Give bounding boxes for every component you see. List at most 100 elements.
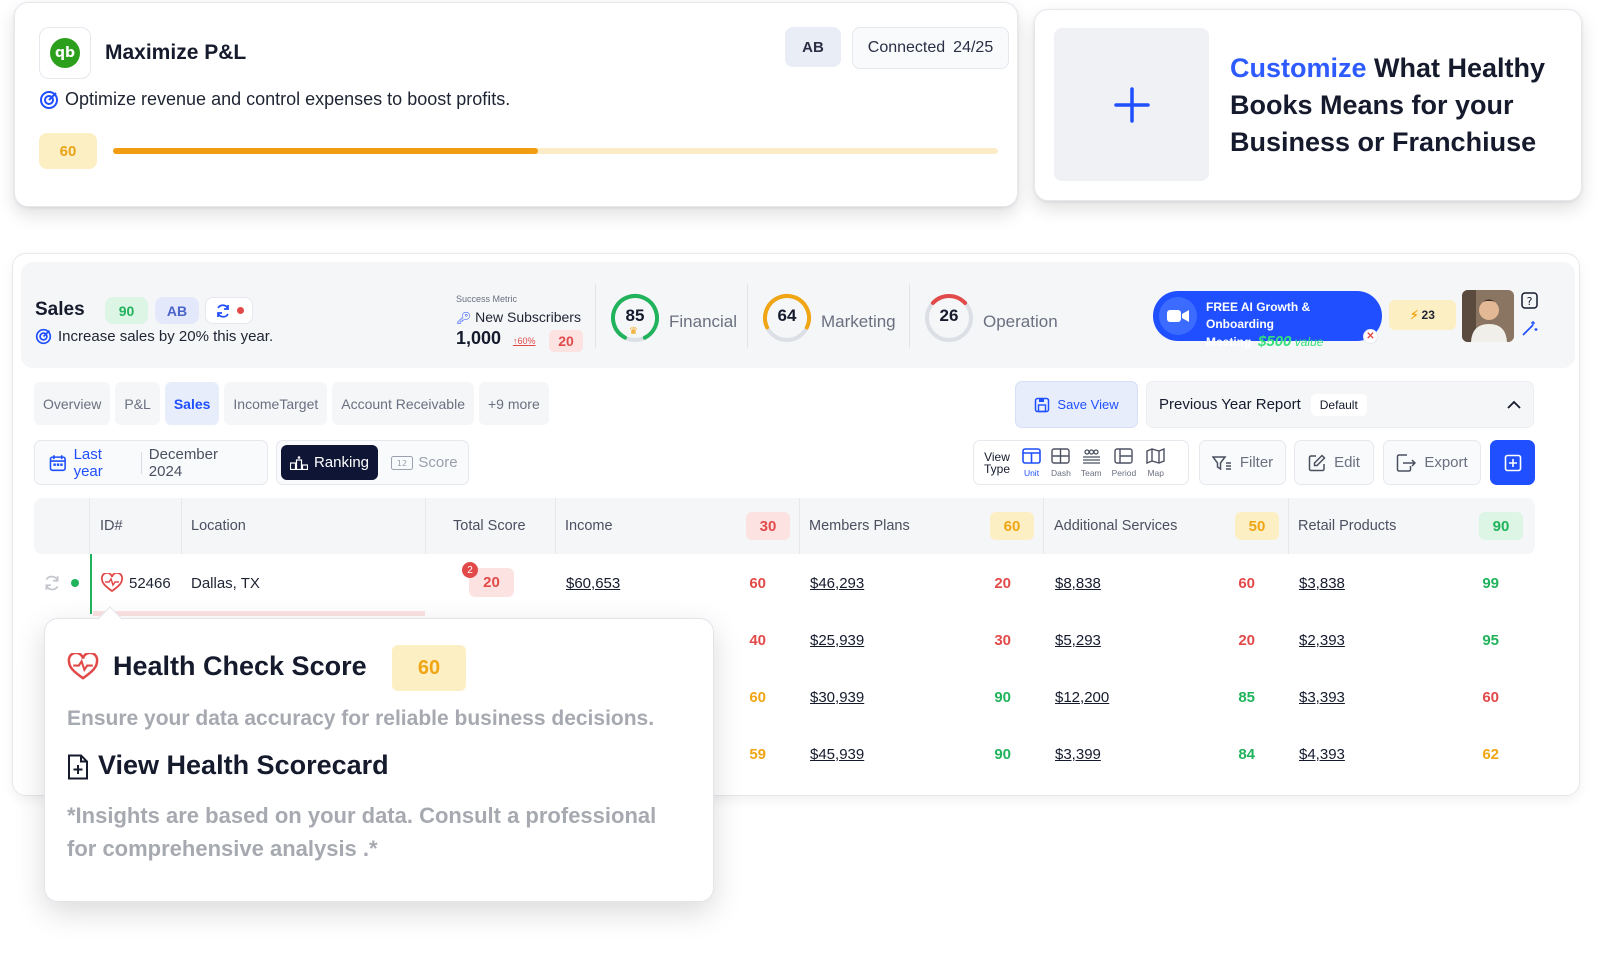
retail-score: 99 — [1482, 575, 1499, 592]
members-amount[interactable]: $25,939 — [810, 632, 864, 649]
sales-subtitle: Increase sales by 20% this year. — [58, 328, 274, 345]
additional-amount[interactable]: $12,200 — [1055, 689, 1109, 706]
divider — [89, 498, 90, 554]
retail-score: 60 — [1482, 689, 1499, 706]
additional-score: 20 — [1238, 632, 1255, 649]
view-type-label-text: View Type — [983, 449, 1010, 476]
members-amount[interactable]: $46,293 — [810, 575, 864, 592]
report-tabs: Overview P&L Sales IncomeTarget Account Rece… — [34, 382, 549, 425]
sync-icon[interactable] — [43, 574, 61, 592]
success-metric-value: 1,000 — [456, 328, 502, 348]
header-location[interactable]: Location — [191, 518, 246, 534]
heart-pulse-icon — [67, 653, 99, 680]
members-amount[interactable]: $30,939 — [810, 689, 864, 706]
customize-text: Customize What Healthy Books Means for y… — [1230, 50, 1560, 161]
filter-button[interactable]: Filter — [1199, 440, 1286, 485]
members-amount[interactable]: $45,939 — [810, 746, 864, 763]
add-custom-button[interactable] — [1054, 28, 1209, 181]
help-icon[interactable]: ? — [1521, 292, 1538, 309]
header-additional-services[interactable]: Additional Services — [1054, 518, 1177, 534]
health-check-tooltip: Health Check Score 60 Ensure your data a… — [44, 606, 714, 902]
retail-score: 95 — [1482, 632, 1499, 649]
promo-line-2: Meeting — [1206, 335, 1252, 349]
customize-card[interactable]: Customize What Healthy Books Means for y… — [1034, 9, 1582, 201]
view-type-0[interactable]: Unit — [1022, 447, 1041, 478]
score-toggle[interactable]: 12 Score — [383, 445, 466, 480]
header-id[interactable]: ID# — [100, 518, 123, 534]
ai-meeting-promo[interactable]: FREE AI Growth & Onboarding Meeting $500… — [1153, 291, 1382, 350]
team-view-icon — [1082, 448, 1101, 466]
export-button[interactable]: Export — [1383, 440, 1481, 485]
retail-amount[interactable]: $3,393 — [1299, 689, 1345, 706]
divider — [425, 498, 426, 554]
view-type-2[interactable]: Team — [1081, 448, 1102, 478]
svg-text:12: 12 — [397, 459, 407, 468]
tab-3[interactable]: IncomeTarget — [224, 382, 328, 425]
view-type-4[interactable]: Map — [1146, 447, 1165, 478]
additional-score: 85 — [1238, 689, 1255, 706]
tab-1[interactable]: P&L — [115, 382, 160, 425]
divider — [1043, 498, 1044, 554]
financial-score: 85 — [625, 306, 645, 325]
tab-0[interactable]: Overview — [34, 382, 111, 425]
retail-amount[interactable]: $3,838 — [1299, 575, 1345, 592]
income-amount[interactable]: $60,653 — [566, 575, 620, 592]
report-select[interactable]: Previous Year Report Default — [1146, 381, 1534, 428]
header-total-score[interactable]: Total Score — [453, 518, 526, 534]
sales-owner-badge[interactable]: AB — [155, 297, 199, 324]
row-highlight — [93, 611, 425, 616]
energy-badge[interactable]: ⚡︎ 23 — [1389, 300, 1456, 330]
additional-amount[interactable]: $8,838 — [1055, 575, 1101, 592]
connected-status[interactable]: Connected 24/25 — [852, 27, 1009, 69]
success-metric-change: ↑60% — [513, 336, 536, 346]
calendar-icon — [49, 454, 66, 471]
key-icon: 🔑︎ — [456, 311, 472, 325]
retail-amount[interactable]: $2,393 — [1299, 632, 1345, 649]
owner-initials-badge[interactable]: AB — [785, 27, 841, 67]
header-members-plans[interactable]: Members Plans — [809, 518, 910, 534]
additional-amount[interactable]: $3,399 — [1055, 746, 1101, 763]
report-default-tag: Default — [1310, 393, 1367, 416]
header-income[interactable]: Income — [565, 518, 613, 534]
divider — [595, 284, 596, 348]
header-retail-products[interactable]: Retail Products — [1298, 518, 1396, 534]
row-health-indicator — [90, 554, 92, 614]
tooltip-disclaimer: *Insights are based on your data. Consul… — [67, 803, 657, 861]
tooltip-description: Ensure your data accuracy for reliable b… — [67, 707, 655, 730]
view-type-item-label: Team — [1080, 467, 1102, 478]
retail-amount[interactable]: $4,393 — [1299, 746, 1345, 763]
additional-score: 84 — [1238, 746, 1255, 763]
view-type-item-label: Map — [1147, 467, 1164, 478]
save-view-button[interactable]: Save View — [1015, 381, 1138, 428]
ranking-toggle[interactable]: Ranking — [281, 445, 378, 480]
close-icon[interactable]: ✕ — [1363, 329, 1378, 344]
plus-square-icon — [1504, 454, 1521, 471]
tab-2[interactable]: Sales — [164, 382, 220, 425]
additional-amount[interactable]: $5,293 — [1055, 632, 1101, 649]
tab-5[interactable]: +9 more — [479, 382, 549, 425]
date-range-picker[interactable]: Last year December 2024 — [34, 440, 268, 485]
view-type-3[interactable]: Period — [1111, 447, 1137, 478]
tab-4[interactable]: Account Receivable — [332, 382, 474, 425]
operation-score: 26 — [939, 306, 959, 325]
retail-score: 62 — [1482, 746, 1499, 763]
view-type-item-label: Dash — [1051, 467, 1071, 478]
magic-wand-icon[interactable] — [1521, 320, 1538, 337]
view-health-scorecard-link[interactable]: View Health Scorecard — [98, 750, 389, 781]
view-type-1[interactable]: Dash — [1051, 447, 1071, 478]
avatar[interactable] — [1462, 290, 1514, 342]
sync-status[interactable] — [205, 297, 253, 324]
view-type-item-label: Period — [1111, 467, 1137, 478]
date-period: Last year — [73, 445, 103, 480]
edit-button[interactable]: Edit — [1294, 440, 1374, 485]
metric-change-text: 60% — [517, 336, 536, 346]
promo-value: $500 — [1258, 333, 1292, 350]
promo-line-2-row: Meeting $500 value — [1206, 333, 1381, 351]
additional-score-badge: 50 — [1235, 512, 1279, 540]
sales-score-badge: 90 — [105, 297, 148, 324]
tooltip-title: Health Check Score — [113, 651, 367, 681]
divider — [1288, 498, 1289, 554]
goal-score-badge: 60 — [39, 133, 97, 169]
add-button[interactable] — [1490, 440, 1535, 485]
heart-pulse-icon[interactable] — [101, 573, 123, 593]
